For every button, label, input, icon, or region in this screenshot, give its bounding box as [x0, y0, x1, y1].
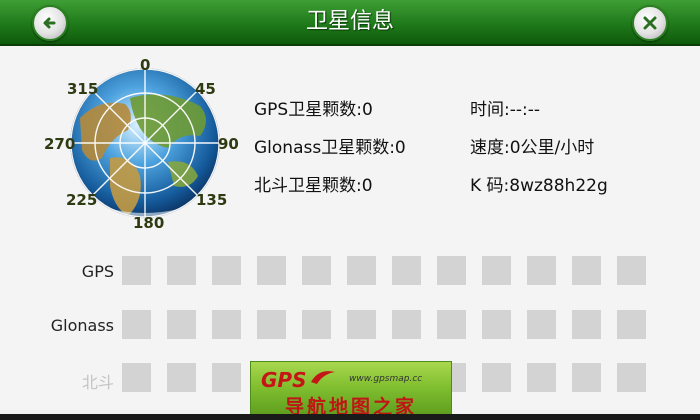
close-x-icon [643, 16, 657, 30]
degree-label-225: 225 [66, 191, 98, 209]
signal-cell [302, 256, 331, 285]
degree-label-270: 270 [44, 135, 76, 153]
degree-label-0: 0 [140, 56, 151, 74]
gps-signal-row [122, 256, 646, 285]
signal-cell [212, 310, 241, 339]
signal-cell [527, 363, 556, 392]
time-readout: 时间:--:-- [470, 100, 540, 120]
signal-cell [212, 256, 241, 285]
signal-cell [167, 256, 196, 285]
glonass-satellite-count: Glonass卫星颗数:0 [254, 138, 406, 158]
banner-logo: GPS [261, 368, 307, 392]
signal-cell [617, 363, 646, 392]
signal-cell [347, 256, 376, 285]
signal-cell [482, 256, 511, 285]
signal-cell [482, 310, 511, 339]
signal-cell [122, 256, 151, 285]
close-button[interactable] [632, 5, 668, 41]
signal-cell [302, 310, 331, 339]
signal-cell [122, 310, 151, 339]
signal-cell [257, 310, 286, 339]
signal-cell [392, 310, 421, 339]
signal-cell [167, 310, 196, 339]
signal-cell [437, 256, 466, 285]
signal-cell [527, 310, 556, 339]
signal-cell [167, 363, 196, 392]
degree-label-180: 180 [133, 214, 165, 232]
signal-cell [617, 256, 646, 285]
signal-cell [482, 363, 511, 392]
back-button[interactable] [32, 5, 68, 41]
signal-cell [122, 363, 151, 392]
title-bar: 卫星信息 [0, 0, 700, 46]
signal-cell [527, 256, 556, 285]
degree-label-135: 135 [196, 191, 228, 209]
signal-cell [617, 310, 646, 339]
signal-cell [572, 310, 601, 339]
gps-satellite-count: GPS卫星颗数:0 [254, 100, 373, 120]
satellite-sky-view: 0 45 90 135 180 225 270 315 [40, 56, 250, 236]
signal-cell [257, 256, 286, 285]
signal-cell [437, 310, 466, 339]
k-code-readout: K 码:8wz88h22g [470, 176, 608, 196]
signal-cell [347, 310, 376, 339]
glonass-row-label: Glonass [50, 316, 114, 335]
banner-url: www.gpsmap.cc [349, 374, 423, 384]
back-arrow-icon [43, 17, 56, 29]
signal-cell [392, 256, 421, 285]
beidou-satellite-count: 北斗卫星颗数:0 [254, 176, 373, 196]
beidou-row-label: 北斗 [81, 373, 114, 392]
gps-row-label: GPS [81, 262, 114, 281]
degree-label-90: 90 [218, 135, 239, 153]
signal-cell [212, 363, 241, 392]
speed-readout: 速度:0公里/小时 [470, 138, 595, 158]
signal-cell [572, 256, 601, 285]
swoosh-icon [311, 371, 335, 384]
degree-label-45: 45 [195, 80, 216, 98]
page-title: 卫星信息 [305, 9, 394, 34]
watermark-banner: GPS www.gpsmap.cc 导航地图之家 [250, 361, 452, 420]
bottom-strip [0, 414, 700, 420]
glonass-signal-row [122, 310, 646, 339]
degree-label-315: 315 [67, 80, 99, 98]
signal-cell [572, 363, 601, 392]
